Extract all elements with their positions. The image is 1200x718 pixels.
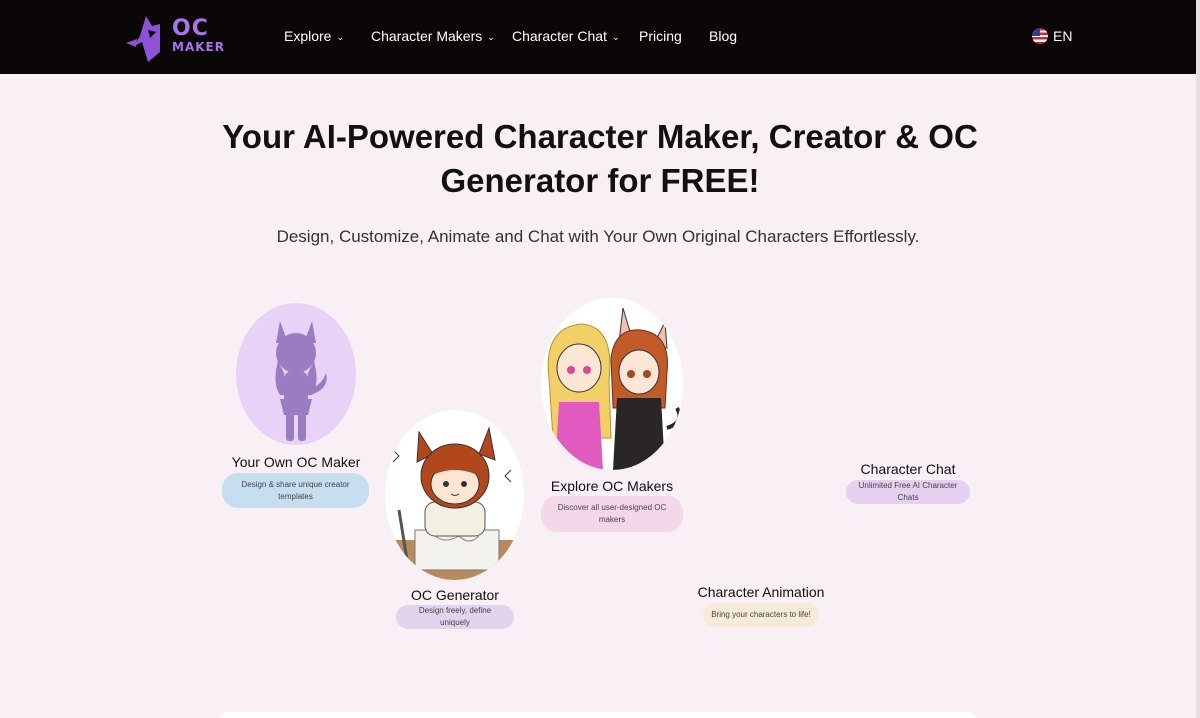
nav-blog[interactable]: Blog <box>709 28 737 44</box>
nav-pricing[interactable]: Pricing <box>639 28 682 44</box>
hero-title: Your AI-Powered Character Maker, Creator… <box>200 115 1000 203</box>
content-card-edge <box>220 712 976 718</box>
feature-title[interactable]: Your Own OC Maker <box>230 454 362 470</box>
feature-title[interactable]: Explore OC Makers <box>546 478 678 494</box>
oc-maker-feature-image[interactable] <box>236 303 356 445</box>
nav-blog-label: Blog <box>709 28 738 44</box>
catgirl-drawing-illustration <box>392 426 515 580</box>
nav-explore[interactable]: Explore ⌄ <box>284 28 344 44</box>
language-label: EN <box>1053 28 1073 44</box>
nav-character-chat-label: Character Chat <box>512 28 607 44</box>
feature-description-pill: Bring your characters to life! <box>703 603 819 627</box>
character-silhouette-icon <box>275 321 327 441</box>
explore-oc-makers-feature-image[interactable] <box>541 298 683 470</box>
chevron-down-icon: ⌄ <box>611 31 620 42</box>
chevron-down-icon: ⌄ <box>487 31 495 42</box>
us-flag-icon <box>1032 28 1048 44</box>
feature-title[interactable]: Character Chat <box>852 461 964 477</box>
hero-title-line-2: Generator for FREE! <box>440 162 760 199</box>
cat-mask-logo-icon <box>126 16 160 62</box>
nav-character-makers-label: Character Makers <box>371 28 483 44</box>
nav-character-makers[interactable]: Character Makers ⌄ <box>371 28 495 44</box>
nav-pricing-label: Pricing <box>639 28 682 44</box>
top-navbar: OC MAKER Explore ⌄ Character Makers ⌄ Ch… <box>0 0 1196 74</box>
nav-explore-label: Explore <box>284 28 332 44</box>
hero-subtitle: Design, Customize, Animate and Chat with… <box>276 227 920 246</box>
chevron-down-icon: ⌄ <box>336 31 345 42</box>
feature-description-pill: Discover all user-designed OC makers <box>541 496 683 532</box>
oc-generator-feature-image[interactable] <box>385 410 524 580</box>
logo-wordmark: OC MAKER <box>172 16 225 54</box>
scrollbar[interactable] <box>1196 0 1200 718</box>
hero-title-line-1: Your AI-Powered Character Maker, Creator… <box>222 118 978 155</box>
bunny-girls-illustration <box>547 307 682 470</box>
feature-description-pill: Design freely, define uniquely <box>396 605 514 629</box>
feature-description-pill: Design & share unique creator templates <box>222 473 369 508</box>
nav-character-chat[interactable]: Character Chat ⌄ <box>512 28 619 44</box>
feature-title[interactable]: Character Animation <box>693 584 829 600</box>
language-selector[interactable]: EN <box>1032 28 1072 44</box>
oc-maker-logo[interactable]: OC MAKER <box>126 12 230 64</box>
feature-description-pill: Unlimited Free AI Character Chats <box>846 480 970 504</box>
feature-title[interactable]: OC Generator <box>390 587 520 603</box>
